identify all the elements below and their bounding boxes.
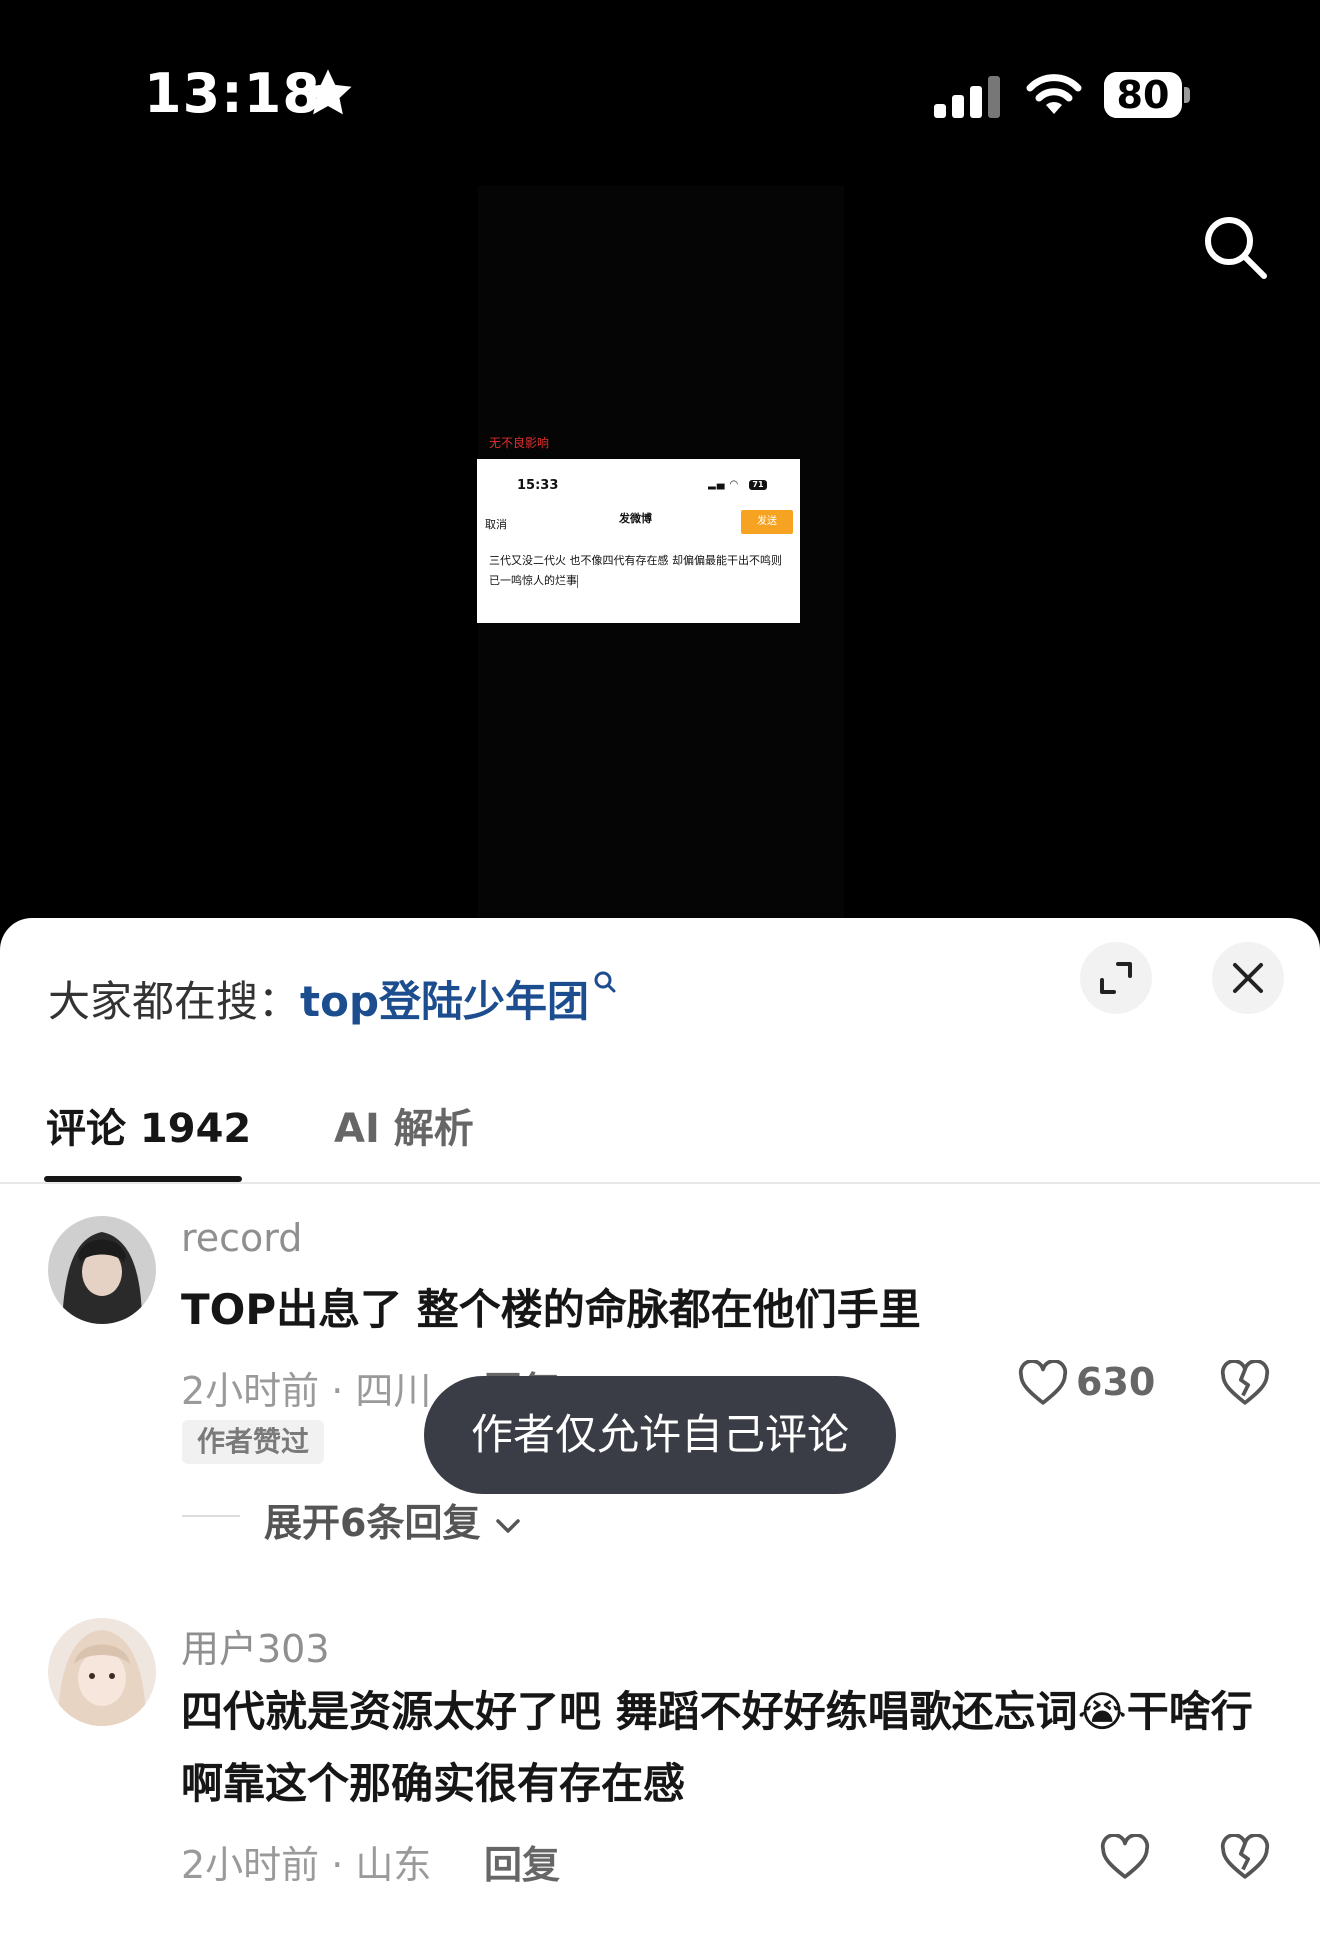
close-button[interactable] xyxy=(1212,942,1284,1014)
battery-level: 80 xyxy=(1116,73,1170,117)
expand-replies-label: 展开6条回复 xyxy=(264,1501,481,1545)
expand-replies-button[interactable]: 展开6条回复 xyxy=(264,1492,522,1547)
embedded-battery: 71 xyxy=(749,480,767,490)
comment-text: 四代就是资源太好了吧 舞蹈不好好练唱歌还忘词😭干啥行啊靠这个那确实很有存在感 xyxy=(181,1687,1253,1808)
embedded-cancel: 取消 xyxy=(485,518,507,531)
heart-icon[interactable] xyxy=(1018,1360,1068,1406)
expand-sheet-button[interactable] xyxy=(1080,942,1152,1014)
star-icon xyxy=(304,69,352,115)
toast-message: 作者仅允许自己评论 xyxy=(424,1376,896,1494)
author-liked-badge: 作者赞过 xyxy=(182,1420,324,1464)
hot-search-label: 大家都在搜： xyxy=(48,977,301,1026)
cellular-signal-icon xyxy=(934,76,1000,118)
heart-icon[interactable] xyxy=(1100,1834,1150,1880)
hot-search-term[interactable]: top登陆少年团 xyxy=(300,977,589,1026)
video-caption: 无不良影响 xyxy=(489,436,550,450)
comment-username[interactable]: record xyxy=(181,1216,302,1260)
avatar[interactable] xyxy=(48,1216,156,1324)
broken-heart-icon[interactable] xyxy=(1220,1360,1270,1406)
search-icon[interactable] xyxy=(1202,214,1268,280)
avatar[interactable] xyxy=(48,1618,156,1726)
hot-search-banner[interactable]: 大家都在搜：top登陆少年团 xyxy=(48,968,617,1029)
divider xyxy=(0,1182,1320,1184)
comment-meta: 2小时前 · 山东 xyxy=(181,1843,432,1887)
embedded-title: 发微博 xyxy=(619,512,652,525)
embedded-time: 15:33 xyxy=(517,478,559,493)
comment-username[interactable]: 用户303 xyxy=(181,1618,330,1673)
embedded-send-button: 发送 xyxy=(741,510,793,534)
like-count: 630 xyxy=(1076,1360,1156,1404)
tab-comments[interactable]: 评论 1942 xyxy=(46,1096,251,1154)
embedded-signal-icon: ▂▄ ◠ xyxy=(708,479,740,490)
embedded-screenshot: 15:33 ▂▄ ◠ 71 取消 发微博 发送 三代又没二代火 也不像四代有存在… xyxy=(477,459,800,623)
comment-meta: 2小时前 · 四川 xyxy=(181,1369,432,1413)
reply-button[interactable]: 回复 xyxy=(484,1834,560,1889)
status-time: 13:18 xyxy=(144,62,321,125)
comment-text: TOP出息了 整个楼的命脉都在他们手里 xyxy=(181,1285,921,1334)
close-icon xyxy=(1233,963,1263,993)
battery-indicator: 80 xyxy=(1104,72,1190,118)
replies-divider xyxy=(182,1515,240,1517)
embedded-post-text: 三代又没二代火 也不像四代有存在感 却偏偏最能干出不鸣则已一鸣惊人的烂事 xyxy=(489,554,782,588)
expand-icon xyxy=(1100,962,1132,994)
broken-heart-icon[interactable] xyxy=(1220,1834,1270,1880)
tab-ai-analysis[interactable]: AI 解析 xyxy=(334,1096,474,1154)
chevron-down-icon xyxy=(495,1518,520,1533)
search-icon xyxy=(594,971,616,993)
wifi-icon xyxy=(1026,74,1082,114)
